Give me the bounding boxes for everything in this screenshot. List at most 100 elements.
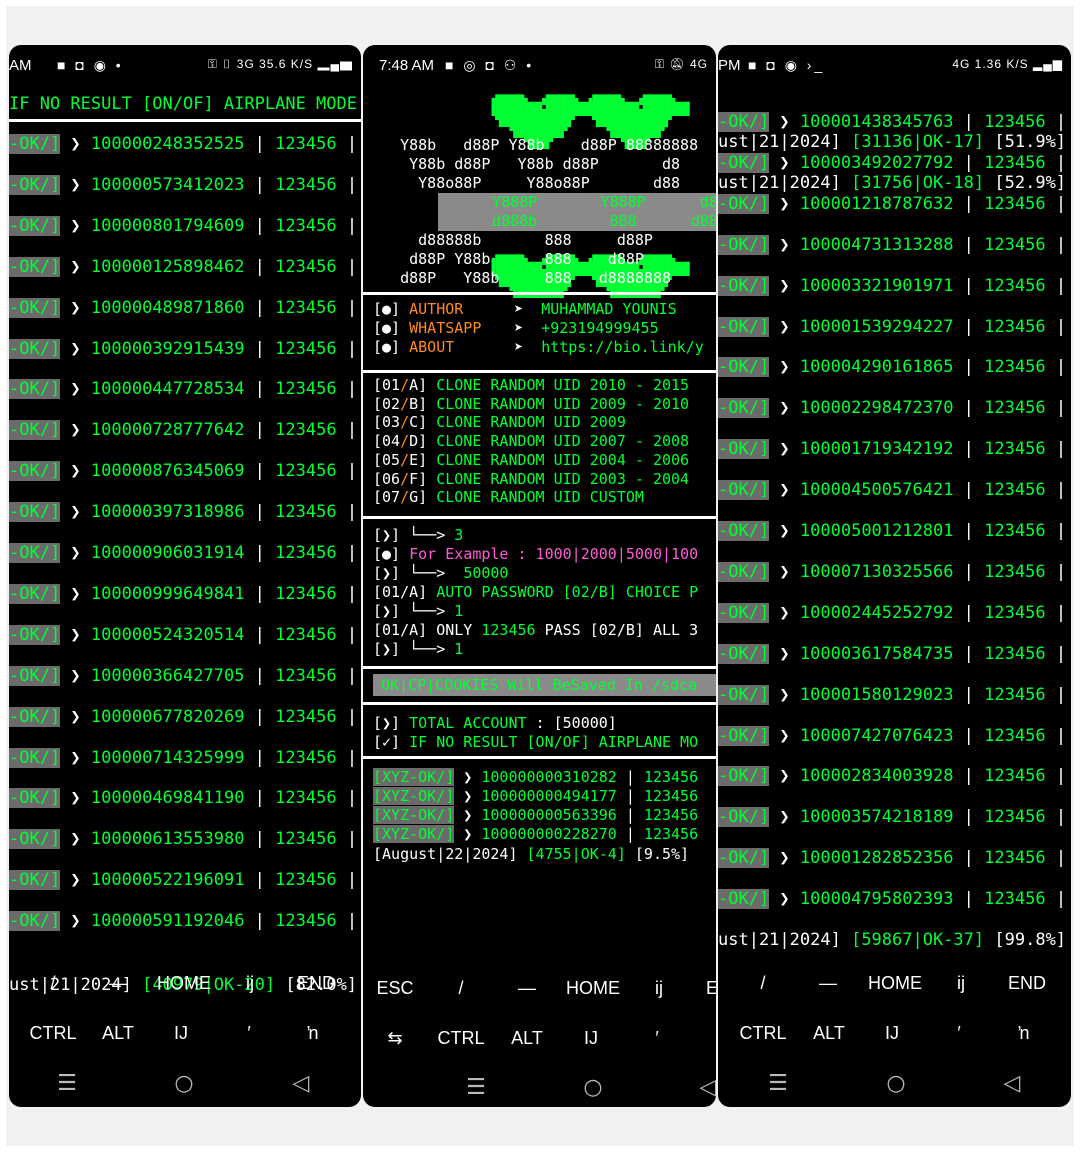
key-1[interactable]: CTRL bbox=[437, 1028, 484, 1049]
separator: | bbox=[1045, 316, 1067, 337]
arrow-icon: ❯ bbox=[60, 297, 91, 318]
home-icon[interactable]: ○ bbox=[886, 1071, 905, 1096]
phone-middle: 7:48 AM ■ ◎ ◘ ⚇ • ⚿ 🔕︎ 4G ▗▆▆▆▆▖ ▗▆▆▆▆▖ … bbox=[363, 45, 716, 1107]
key-2[interactable]: IJ bbox=[885, 1023, 899, 1044]
status-pct: [52.9%] bbox=[994, 173, 1067, 194]
key-2[interactable]: ALT bbox=[511, 1028, 543, 1049]
menu-num: 06 bbox=[382, 469, 401, 488]
result-row: -OK/] ❯ 100002834003928 | 123456 | bbox=[718, 765, 1066, 787]
separator: | bbox=[336, 788, 358, 809]
key-4[interactable]: ′ bbox=[655, 1028, 658, 1049]
key-1[interactable]: ALT bbox=[102, 1023, 134, 1044]
status-bar: AM ■ ◘ ◉ • ⚿ ▯ 3G 35.6 K/S ▂▄▆ bbox=[9, 45, 361, 87]
ok-tag: -OK/] bbox=[9, 420, 61, 441]
notification-icons: ■ ◎ ◘ ⚇ • bbox=[445, 57, 535, 73]
password: 123456 bbox=[984, 848, 1046, 869]
recents-icon[interactable]: ☰ bbox=[768, 1071, 788, 1096]
recents-icon[interactable]: ☰ bbox=[57, 1071, 77, 1096]
key-4[interactable]: ij bbox=[655, 978, 663, 999]
back-icon[interactable]: ◁ bbox=[293, 1071, 310, 1096]
uid: 100003321901971 bbox=[799, 275, 954, 296]
separator: | bbox=[1045, 521, 1067, 541]
key-4[interactable]: END bbox=[297, 973, 335, 994]
recents-icon[interactable]: ☰ bbox=[466, 1075, 486, 1100]
password: 123456 bbox=[275, 624, 337, 645]
key-2[interactable]: IJ bbox=[174, 1023, 188, 1044]
key-3[interactable]: HOME bbox=[566, 978, 620, 999]
key-4[interactable]: ŉ bbox=[308, 1023, 319, 1044]
separator: | bbox=[953, 766, 985, 787]
slash: / bbox=[400, 469, 410, 488]
key-1[interactable]: — bbox=[819, 973, 837, 994]
result-row: -OK/] ❯ 100003574218189 | 123456 | bbox=[718, 806, 1066, 828]
separator: | bbox=[1045, 480, 1067, 501]
status-time: PM bbox=[718, 57, 741, 74]
separator: | bbox=[336, 256, 358, 277]
key-0[interactable]: CTRL bbox=[29, 1023, 76, 1044]
uid: 100000000563396 bbox=[481, 806, 617, 824]
key-5[interactable]: E bbox=[706, 978, 716, 999]
separator: | bbox=[953, 193, 985, 214]
arrow-icon: ❯ bbox=[60, 420, 91, 441]
menu-item-g[interactable]: [07/G] CLONE RANDOM UID CUSTOM bbox=[373, 486, 644, 508]
key-0[interactable]: CTRL bbox=[739, 1023, 786, 1044]
result-row: -OK/] ❯ 100000999649841 | 123456 | bbox=[9, 583, 357, 605]
bracket: [ bbox=[373, 488, 383, 507]
ok-tag: -OK/] bbox=[9, 502, 61, 523]
separator: | bbox=[953, 152, 985, 173]
result-row: -OK/] ❯ 100001719342192 | 123456 | bbox=[718, 438, 1066, 460]
key-2[interactable]: HOME bbox=[157, 973, 211, 994]
result-row: -OK/] ❯ 100001282852356 | 123456 | bbox=[718, 847, 1066, 869]
key-3[interactable]: ij bbox=[957, 973, 965, 994]
back-icon[interactable]: ◁ bbox=[1004, 1071, 1021, 1096]
uid: 100000999649841 bbox=[90, 583, 245, 604]
home-icon[interactable]: ○ bbox=[174, 1071, 193, 1096]
key-4[interactable]: END bbox=[1008, 973, 1046, 994]
key-2[interactable]: HOME bbox=[868, 973, 922, 994]
back-icon[interactable]: ◁ bbox=[700, 1075, 716, 1100]
key-3[interactable]: IJ bbox=[584, 1028, 598, 1049]
slash: / bbox=[400, 394, 410, 413]
arrow-icon: ❯ bbox=[769, 357, 800, 378]
key-0[interactable]: / bbox=[50, 973, 55, 994]
key-3[interactable]: ′ bbox=[247, 1023, 250, 1044]
separator: | bbox=[953, 357, 985, 378]
network-status: ⚿ 🔕︎ 4G bbox=[654, 57, 708, 71]
home-icon[interactable]: ○ bbox=[583, 1075, 602, 1100]
key-4[interactable]: ŉ bbox=[1019, 1023, 1030, 1044]
arrow-icon: ❯ bbox=[769, 643, 800, 664]
separator: | bbox=[1045, 561, 1067, 582]
password: 123456 bbox=[275, 174, 337, 195]
ok-tag: -OK/] bbox=[718, 602, 770, 623]
result-row: -OK/] ❯ 100000248352525 | 123456 | bbox=[9, 133, 357, 155]
key-0[interactable]: / bbox=[760, 973, 765, 994]
separator: | bbox=[244, 215, 276, 236]
key-0[interactable]: ⇆ bbox=[387, 1028, 402, 1049]
key-0[interactable]: ESC bbox=[376, 978, 413, 999]
slash: / bbox=[400, 432, 410, 451]
key-2[interactable]: — bbox=[518, 978, 536, 999]
key-1[interactable]: — bbox=[109, 973, 127, 994]
key-3[interactable]: ij bbox=[246, 973, 254, 994]
separator: | bbox=[1045, 193, 1067, 214]
key-1[interactable]: ALT bbox=[813, 1023, 845, 1044]
ok-tag: -OK/] bbox=[9, 338, 61, 359]
key-1[interactable]: / bbox=[458, 978, 463, 999]
airplane-note: [✓] IF NO RESULT [ON/OF] AIRPLANE MO bbox=[373, 733, 699, 751]
arrow-icon: ❯ bbox=[60, 215, 91, 236]
key-3[interactable]: ′ bbox=[957, 1023, 960, 1044]
notification-icons: ■ ◘ ◉ • bbox=[57, 57, 124, 73]
mute-icon: 🔕︎ bbox=[669, 57, 686, 71]
arrow-icon: ❯ bbox=[769, 602, 800, 623]
arrow-icon: ➤ bbox=[514, 338, 542, 356]
result-row: -OK/] ❯ 100003617584735 | 123456 | bbox=[718, 643, 1066, 665]
bracket: ] bbox=[418, 432, 437, 451]
password: 123456 bbox=[275, 461, 337, 482]
arrow-icon: ❯ bbox=[60, 461, 91, 482]
result-row: -OK/] ❯ 100004500576421 | 123456 | bbox=[718, 479, 1066, 501]
arrow-icon: ❯ bbox=[60, 543, 91, 563]
signal-icon: ▂▄▆ bbox=[317, 57, 353, 71]
password: 123456 bbox=[275, 583, 337, 604]
ok-tag: -OK/] bbox=[9, 788, 61, 809]
slash: / bbox=[400, 450, 410, 469]
